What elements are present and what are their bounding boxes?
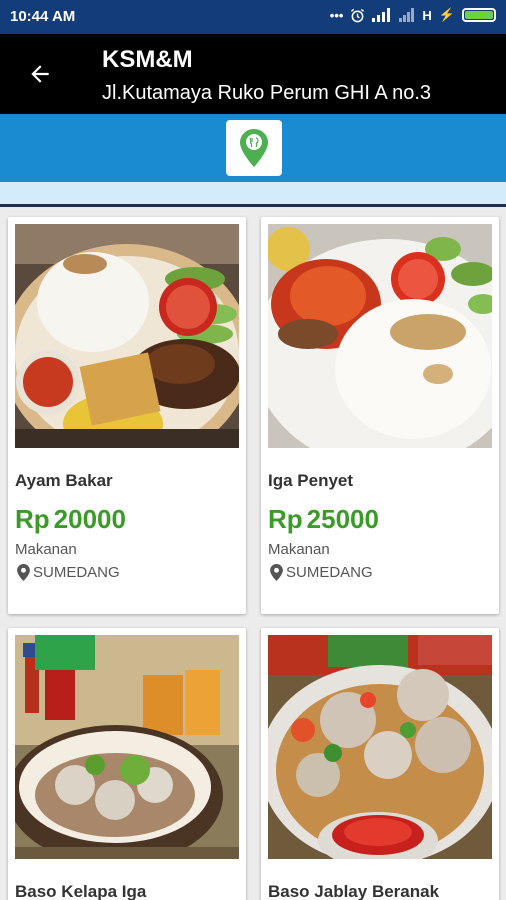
product-location: SUMEDANG	[17, 564, 120, 581]
back-button[interactable]	[20, 54, 60, 94]
product-name: Baso Jablay Beranak	[268, 882, 440, 900]
product-photo	[268, 224, 492, 448]
signal-2-icon	[399, 8, 415, 22]
location-label: SUMEDANG	[33, 564, 120, 581]
status-time: 10:44 AM	[10, 8, 76, 25]
product-grid: Ayam Bakar Rp 20000 Makanan SUMEDANG Iga …	[0, 207, 506, 900]
product-photo	[15, 224, 239, 448]
location-pin-icon	[17, 564, 30, 581]
app-bar: KSM&M Jl.Kutamaya Ruko Perum GHI A no.3	[0, 34, 506, 114]
product-name: Baso Kelapa Iga	[15, 882, 147, 900]
product-photo	[268, 635, 492, 859]
price-value: 20000	[53, 504, 126, 534]
product-card[interactable]: Iga Penyet Rp 25000 Makanan SUMEDANG	[261, 217, 499, 614]
action-bar	[0, 114, 506, 182]
product-photo	[15, 635, 239, 859]
status-bar: 10:44 AM ••• H ⚡	[0, 0, 506, 34]
price-currency: Rp	[15, 504, 50, 534]
store-address: Jl.Kutamaya Ruko Perum GHI A no.3	[102, 82, 432, 104]
divider-bar	[0, 182, 506, 207]
product-card[interactable]: Baso Jablay Beranak	[261, 628, 499, 900]
more-dots-icon: •••	[329, 7, 344, 23]
alarm-icon	[351, 8, 365, 22]
product-category: Makanan	[268, 541, 330, 558]
location-label: SUMEDANG	[286, 564, 373, 581]
product-price: Rp 25000	[268, 504, 379, 535]
product-location: SUMEDANG	[270, 564, 373, 581]
signal-icon	[372, 8, 391, 22]
network-type: H	[422, 7, 432, 23]
product-name: Iga Penyet	[268, 471, 354, 490]
map-button[interactable]	[226, 120, 282, 176]
product-price: Rp 20000	[15, 504, 126, 535]
product-card[interactable]: Ayam Bakar Rp 20000 Makanan SUMEDANG	[8, 217, 246, 614]
battery-icon	[462, 8, 496, 22]
price-value: 25000	[306, 504, 379, 534]
location-pin-icon	[270, 564, 283, 581]
product-name: Ayam Bakar	[15, 471, 113, 490]
arrow-left-icon	[31, 65, 49, 83]
page-title: KSM&M	[102, 46, 193, 73]
charging-icon: ⚡	[438, 7, 455, 22]
status-icons: ••• H ⚡	[330, 7, 496, 23]
map-marker-icon	[240, 129, 268, 167]
price-currency: Rp	[268, 504, 303, 534]
product-card[interactable]: Baso Kelapa Iga	[8, 628, 246, 900]
product-category: Makanan	[15, 541, 77, 558]
